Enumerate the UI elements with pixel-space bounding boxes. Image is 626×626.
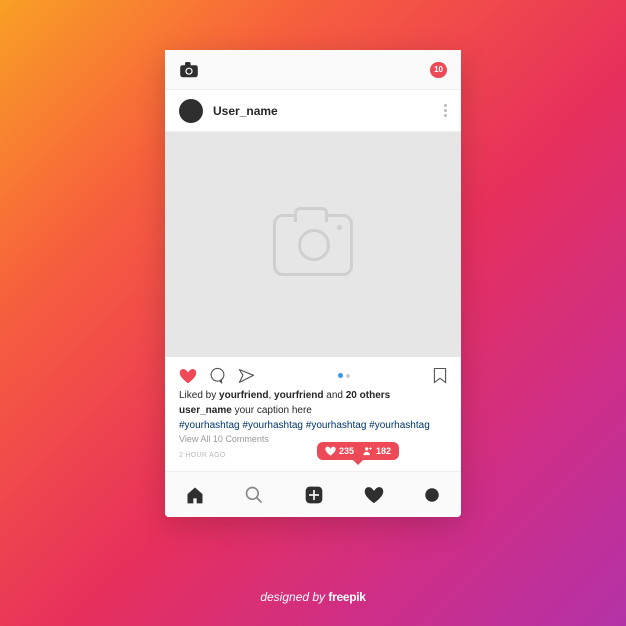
freepik-logo-text: freepik xyxy=(328,590,365,604)
more-options-icon[interactable] xyxy=(444,104,447,117)
post-header: User_name xyxy=(165,90,461,132)
phone-mockup: 10 User_name Liked by y xyxy=(165,50,461,517)
like-icon[interactable] xyxy=(179,368,197,384)
action-bar xyxy=(165,357,461,388)
liked-by-friend[interactable]: yourfriend xyxy=(274,390,323,401)
liked-by-others[interactable]: 20 others xyxy=(346,390,390,401)
avatar[interactable] xyxy=(179,99,203,123)
caption-text: your caption here xyxy=(235,405,312,416)
activity-icon[interactable] xyxy=(364,486,384,504)
caption-username[interactable]: user_name xyxy=(179,405,232,416)
liked-by-line: Liked by yourfriend, yourfriend and 20 o… xyxy=(179,388,447,403)
post-meta: Liked by yourfriend, yourfriend and 20 o… xyxy=(165,388,461,471)
home-icon[interactable] xyxy=(185,485,205,505)
image-placeholder-icon xyxy=(273,214,353,276)
attribution: designed by freepik xyxy=(0,590,626,604)
activity-popup[interactable]: 235 182 xyxy=(317,442,399,460)
timestamp: 2 HOUR AGO xyxy=(179,451,447,462)
popup-followers-count: 182 xyxy=(376,446,391,456)
top-bar: 10 xyxy=(165,50,461,90)
bookmark-icon[interactable] xyxy=(433,367,447,384)
post-username[interactable]: User_name xyxy=(213,104,278,118)
search-icon[interactable] xyxy=(244,485,264,505)
hashtag[interactable]: #yourhashtag xyxy=(179,420,240,431)
popup-likes-count: 235 xyxy=(339,446,354,456)
post-image[interactable] xyxy=(165,132,461,357)
bottom-nav: 235 182 xyxy=(165,471,461,517)
carousel-indicator xyxy=(338,373,350,378)
add-post-icon[interactable] xyxy=(304,485,324,505)
liked-by-friend[interactable]: yourfriend xyxy=(219,390,268,401)
hashtag[interactable]: #yourhashtag xyxy=(242,420,303,431)
notification-badge[interactable]: 10 xyxy=(430,62,447,78)
share-icon[interactable] xyxy=(238,368,255,384)
view-comments-link[interactable]: View All 10 Comments xyxy=(179,433,447,447)
camera-icon[interactable] xyxy=(179,62,199,78)
profile-icon[interactable] xyxy=(423,486,441,504)
hashtag[interactable]: #yourhashtag xyxy=(306,420,367,431)
hashtag[interactable]: #yourhashtag xyxy=(369,420,430,431)
hashtags-line: #yourhashtag #yourhashtag #yourhashtag #… xyxy=(179,418,447,433)
comment-icon[interactable] xyxy=(209,367,226,384)
caption-line: user_name your caption here xyxy=(179,403,447,418)
